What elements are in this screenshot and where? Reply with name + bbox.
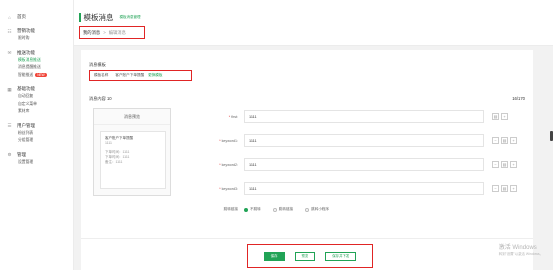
page-subtitle: 模板消息管理 — [119, 15, 141, 19]
first-field[interactable]: 1111 — [244, 110, 484, 123]
sidebar-item-smart-push[interactable]: 智能推送 NEW — [0, 72, 73, 80]
sidebar-item-template-push[interactable]: 模板消息推送 — [0, 57, 73, 65]
field-label: *keyword1: — [219, 138, 238, 143]
add-icon[interactable]: + — [501, 113, 508, 120]
preview-card: 客户账户下单提醒 1111 下单时间：1111 下单时间：1111 备注：111… — [100, 131, 166, 189]
radio-no-jump[interactable]: 不跳转 — [244, 207, 261, 212]
save-button[interactable]: 保存 — [263, 251, 285, 261]
field-label: *keyword3: — [219, 186, 238, 191]
sidebar-item-fans[interactable]: 粉丝列表 — [0, 130, 73, 138]
nav-users-label: 用户管理 — [17, 122, 35, 128]
breadcrumb: 我的消息 > 编辑消息 — [79, 26, 145, 39]
jump-label: 跳转链接 — [223, 207, 238, 211]
radio-jump-link[interactable]: 跳转链接 — [272, 207, 293, 212]
sidebar: ⌂ 首页 ☷ 营销功能 限时购 ✉ 推送功能 模板消息推送 消息提醒推送 智能推… — [0, 0, 74, 270]
message-preview: 消息预览 客户账户下单提醒 1111 下单时间：1111 下单时间：1111 备… — [93, 108, 171, 196]
nav-basic-label: 基础功能 — [17, 86, 35, 91]
delete-icon[interactable]: − — [492, 137, 499, 144]
char-count: 16/170 — [512, 96, 525, 101]
footer-bar: 保存 预览 保存并下发 — [81, 238, 533, 270]
windows-activation-watermark: 激活 Windows 转到"设置"以激活 Windows。 — [499, 242, 543, 256]
footer-actions: 保存 预览 保存并下发 — [247, 244, 373, 268]
keyword1-field[interactable]: 1111 — [244, 134, 484, 147]
field-actions: − ▤ + — [492, 137, 519, 144]
change-template-link[interactable]: 更换模板 — [148, 73, 162, 78]
push-icon: ✉ — [7, 50, 12, 55]
radio-dot — [305, 207, 310, 212]
sidebar-item-settings[interactable]: 设置管理 — [0, 159, 73, 167]
field-row-first: *first: 1111 ▤ + — [207, 110, 525, 123]
nav-marketing-label: 营销功能 — [17, 28, 35, 33]
field-actions: − ▤ + — [492, 185, 519, 192]
field-row-keyword2: *keyword2: 1111 − ▤ + — [207, 158, 525, 171]
delete-icon[interactable]: − — [492, 185, 499, 192]
nav-marketing[interactable]: ☷ 营销功能 — [0, 27, 73, 35]
nav-users[interactable]: ☰ 用户管理 — [0, 122, 73, 130]
color-picker-icon[interactable]: ▤ — [492, 113, 499, 120]
new-badge: NEW — [35, 72, 47, 77]
page-title: 模板消息 模板消息管理 — [79, 12, 141, 23]
breadcrumb-my-messages[interactable]: 我的消息 — [83, 30, 100, 36]
marketing-icon: ☷ — [7, 28, 12, 34]
content-label-value: 10 — [106, 96, 112, 101]
radio-dot — [272, 207, 277, 212]
field-row-keyword1: *keyword1: 1111 − ▤ + — [207, 134, 525, 147]
watermark-line1: 激活 Windows — [498, 245, 537, 251]
sidebar-item-material[interactable]: 素材库 — [0, 108, 73, 116]
field-label: *keyword2: — [219, 162, 238, 167]
content-label: 消息内容 10 — [89, 96, 112, 102]
nav-manage[interactable]: ⚙ 管理 — [0, 151, 73, 159]
watermark-line2: 转到"设置"以激活 Windows。 — [498, 252, 543, 256]
sidebar-item-groups[interactable]: 分组管理 — [0, 137, 73, 145]
template-selector: 模板名称 客户账户下单提醒 更换模板 — [89, 70, 192, 81]
template-name: 客户账户下单提醒 — [115, 73, 145, 77]
sidebar-item-auto-reply[interactable]: 自动回复 — [0, 93, 73, 101]
nav-manage-label: 管理 — [17, 151, 26, 157]
preview-title: 消息预览 — [94, 109, 170, 125]
sidebar-item-smart-push-label: 智能推送 — [18, 72, 34, 77]
content-label-text: 消息内容 — [89, 96, 106, 101]
color-picker-icon[interactable]: ▤ — [501, 137, 508, 144]
color-picker-icon[interactable]: ▤ — [501, 161, 508, 168]
jump-link-row: 跳转链接 不跳转 跳转链接 跳转小程序 — [207, 207, 341, 212]
home-icon: ⌂ — [8, 14, 11, 20]
main-content: 消息模板 模板名称 客户账户下单提醒 更换模板 消息内容 10 16/170 消… — [81, 50, 533, 270]
field-actions: − ▤ + — [492, 161, 519, 168]
keyword2-field[interactable]: 1111 — [244, 158, 484, 171]
color-picker-icon[interactable]: ▤ — [501, 185, 508, 192]
gear-icon: ⚙ — [7, 152, 12, 157]
nav-push-label: 推送功能 — [17, 49, 35, 55]
sidebar-item-custom-menu[interactable]: 自定义菜单 — [0, 101, 73, 109]
preview-line: 备注：1111 — [105, 160, 123, 164]
page-title-text: 模板消息 — [83, 13, 114, 22]
field-label: *first: — [228, 114, 238, 119]
add-icon[interactable]: + — [510, 161, 517, 168]
breadcrumb-separator: > — [103, 30, 106, 35]
grid-icon: ▦ — [7, 86, 12, 92]
nav-basic[interactable]: ▦ 基础功能 — [0, 85, 73, 93]
save-and-send-button[interactable]: 保存并下发 — [325, 251, 357, 261]
preview-button[interactable]: 预览 — [294, 251, 316, 261]
nav-home-label: 首页 — [17, 14, 26, 19]
add-icon[interactable]: + — [510, 137, 517, 144]
radio-dot — [244, 207, 248, 212]
add-icon[interactable]: + — [510, 185, 517, 192]
delete-icon[interactable]: − — [492, 161, 499, 168]
breadcrumb-edit-message: 编辑消息 — [108, 29, 126, 35]
field-row-keyword3: *keyword3: 1111 − ▤ + — [207, 182, 525, 195]
template-section-label: 消息模板 — [89, 62, 106, 67]
users-icon: ☰ — [7, 123, 12, 128]
sidebar-item-flash-sale[interactable]: 限时购 — [0, 35, 73, 43]
radio-jump-miniprogram[interactable]: 跳转小程序 — [305, 207, 329, 212]
field-actions: ▤ + — [492, 113, 510, 120]
nav-home[interactable]: ⌂ 首页 — [0, 13, 73, 21]
template-label: 模板名称 — [94, 73, 109, 77]
title-accent-bar — [79, 13, 81, 22]
page-header: 模板消息 模板消息管理 我的消息 > 编辑消息 — [74, 0, 553, 46]
keyword3-field[interactable]: 1111 — [244, 182, 484, 195]
sidebar-item-reminder-push[interactable]: 消息提醒推送 — [0, 64, 73, 72]
nav-push[interactable]: ✉ 推送功能 — [0, 49, 73, 57]
